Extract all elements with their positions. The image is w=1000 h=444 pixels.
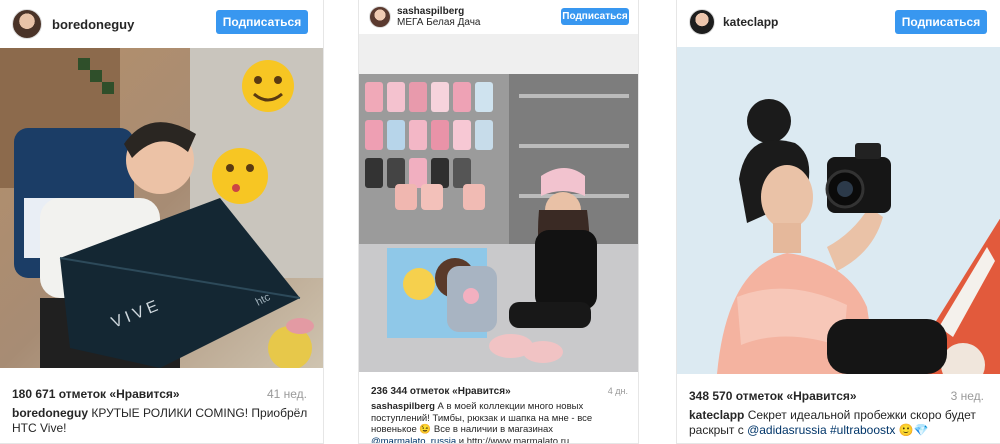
caption-username[interactable]: boredoneguy bbox=[12, 406, 88, 420]
avatar[interactable] bbox=[689, 9, 715, 35]
username[interactable]: sashaspilberg bbox=[397, 6, 480, 18]
username[interactable]: kateclapp bbox=[723, 15, 778, 29]
avatar[interactable] bbox=[12, 9, 42, 39]
header-info: sashaspilberg МЕГА Белая Дача bbox=[397, 6, 480, 29]
follow-button[interactable]: Подписаться bbox=[561, 8, 629, 25]
caption-text: Все в наличии в магазинах bbox=[433, 424, 554, 436]
location[interactable]: МЕГА Белая Дача bbox=[397, 17, 480, 29]
follow-button[interactable]: Подписаться bbox=[216, 10, 308, 34]
photo-image bbox=[677, 47, 1000, 374]
photo-image: VIVE htc bbox=[0, 48, 323, 368]
follow-button[interactable]: Подписаться bbox=[895, 10, 987, 34]
likes-count[interactable]: 236 344 отметок «Нравится» bbox=[371, 386, 511, 397]
caption-username[interactable]: sashaspilberg bbox=[371, 401, 435, 412]
post-caption: kateclapp Секрет идеальной пробежки скор… bbox=[689, 408, 989, 438]
post-caption: sashaspilberg А в моей коллекции много н… bbox=[371, 401, 633, 444]
caption-emoji: 🙂💎 bbox=[898, 423, 929, 437]
post-caption: boredoneguy КРУТЫЕ РОЛИКИ COMING! Приобр… bbox=[12, 406, 312, 436]
likes-count[interactable]: 180 671 отметок «Нравится» bbox=[12, 387, 180, 401]
caption-mention[interactable]: @marmalato_russia bbox=[371, 436, 456, 443]
post-photo[interactable]: VIVE htc bbox=[0, 48, 323, 368]
caption-mention[interactable]: @adidasrussia bbox=[747, 423, 827, 437]
post-age[interactable]: 4 дн. bbox=[608, 386, 628, 396]
post-photo[interactable] bbox=[359, 34, 638, 372]
post-card-boredoneguy: boredoneguy Подписаться VIVE htc 180 671… bbox=[0, 0, 324, 444]
caption-username[interactable]: kateclapp bbox=[689, 408, 744, 422]
caption-link[interactable]: http://www.marmalato.ru bbox=[467, 436, 569, 443]
caption-emoji: 😉 bbox=[419, 424, 432, 436]
avatar[interactable] bbox=[369, 6, 391, 28]
post-card-sashaspilberg: sashaspilberg МЕГА Белая Дача Подписатьс… bbox=[358, 0, 639, 444]
post-age[interactable]: 41 нед. bbox=[267, 387, 307, 401]
caption-text: и bbox=[458, 435, 465, 444]
username[interactable]: boredoneguy bbox=[52, 17, 134, 32]
photo-image bbox=[359, 34, 638, 372]
post-age[interactable]: 3 нед. bbox=[951, 389, 984, 403]
post-photo[interactable] bbox=[677, 47, 1000, 374]
likes-count[interactable]: 348 570 отметок «Нравится» bbox=[689, 389, 857, 403]
caption-hashtag[interactable]: #ultraboostx bbox=[830, 423, 895, 437]
post-card-kateclapp: kateclapp Подписаться 348 570 отметок «Н… bbox=[676, 0, 1000, 444]
